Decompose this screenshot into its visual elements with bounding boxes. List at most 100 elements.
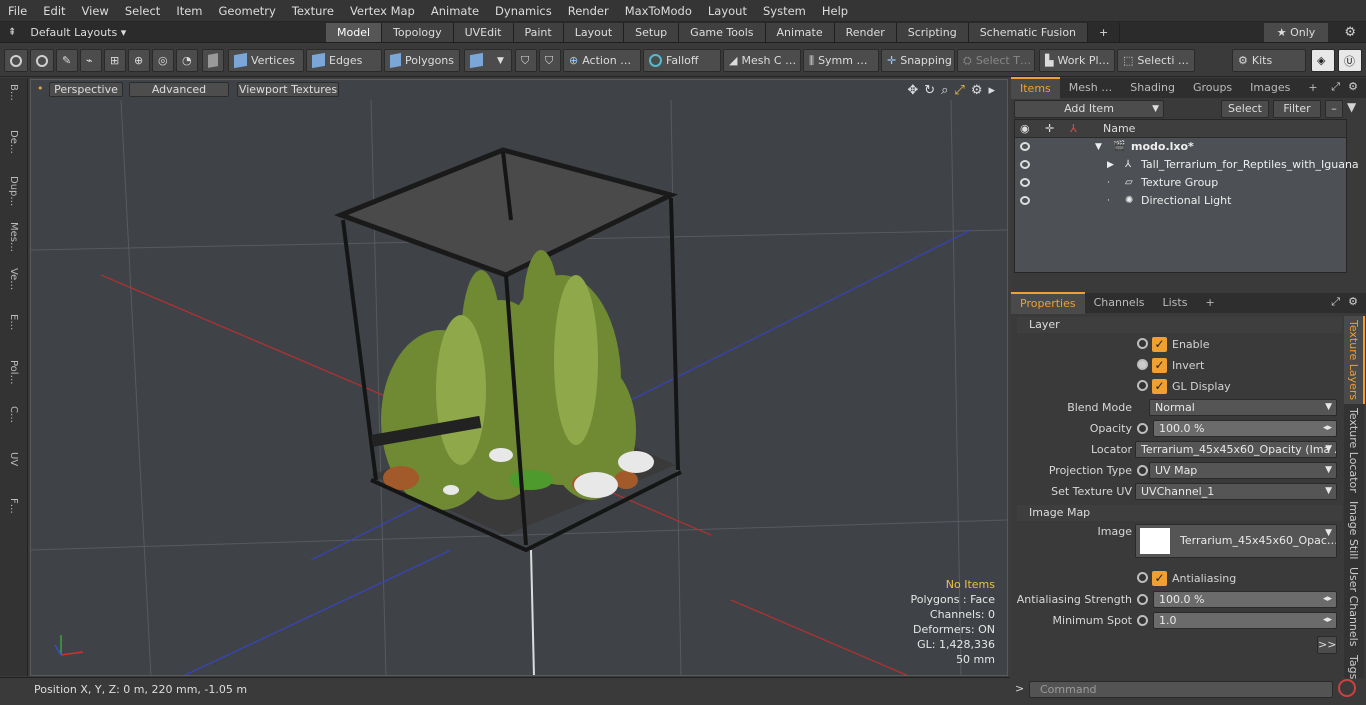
antialiasing-checkbox[interactable]: ✓ — [1152, 571, 1167, 586]
menu-render[interactable]: Render — [560, 0, 617, 22]
menu-help[interactable]: Help — [814, 0, 856, 22]
zoom-icon[interactable]: ⌕ — [941, 83, 948, 98]
layer-section-header[interactable]: Layer — [1017, 317, 1342, 333]
polygons-button[interactable]: Polygons — [384, 49, 460, 72]
invert-radio[interactable] — [1137, 359, 1148, 370]
collapse-button[interactable]: – — [1325, 100, 1343, 118]
left-palette-tab[interactable]: UV — [8, 452, 19, 492]
left-palette-tab[interactable]: C… — [8, 406, 19, 446]
work-plane-button[interactable]: ▙ Work Pl… — [1039, 49, 1115, 72]
3d-viewport[interactable]: • Perspective Advanced Viewport Textures… — [30, 79, 1008, 676]
chevron-icon[interactable]: ▼ — [1095, 138, 1102, 156]
tab-scripting[interactable]: Scripting — [896, 23, 969, 42]
side-tab-texture-layers[interactable]: Texture Layers — [1344, 316, 1365, 405]
tree-row[interactable]: ▼ 🎬 modo.lxo* — [1015, 138, 1346, 156]
items-tab-mesh[interactable]: Mesh … — [1060, 78, 1121, 98]
aa-strength-radio[interactable] — [1137, 594, 1148, 605]
mesh-constraint-button[interactable]: ◢ Mesh C … — [723, 49, 801, 72]
eye-icon[interactable] — [1020, 196, 1030, 205]
tab-render[interactable]: Render — [834, 23, 897, 42]
min-spot-radio[interactable] — [1137, 615, 1148, 626]
menu-maxtomodo[interactable]: MaxToModo — [617, 0, 700, 22]
left-palette-tab[interactable]: Ve… — [8, 268, 19, 308]
image-select[interactable]: Terrarium_45x45x60_Opac… ▼ — [1135, 524, 1337, 558]
action-center-button[interactable]: ⊕ Action … — [563, 49, 641, 72]
orbit-icon[interactable]: ↻ — [924, 83, 935, 98]
chevron-icon[interactable]: · — [1107, 174, 1110, 192]
items-tab-images[interactable]: Images — [1241, 78, 1299, 98]
left-palette-tab[interactable]: E… — [8, 314, 19, 354]
properties-tab-properties[interactable]: Properties — [1011, 292, 1085, 314]
symmetry-button[interactable]: ⫼ Symm … — [803, 49, 879, 72]
tab-paint[interactable]: Paint — [513, 23, 564, 42]
perspective-button[interactable]: Perspective — [49, 82, 123, 97]
snapping-button[interactable]: ✛ Snapping — [881, 49, 955, 72]
funnel-icon[interactable]: ▼ — [1347, 100, 1356, 114]
symmetry-shield-button[interactable]: ⛉ — [515, 49, 537, 72]
menu-vertex-map[interactable]: Vertex Map — [342, 0, 423, 22]
expand-more-button[interactable]: >> — [1317, 636, 1337, 654]
opacity-field[interactable]: 100.0 % ◂▸ — [1153, 420, 1337, 437]
left-palette-tab[interactable]: B… — [8, 84, 19, 124]
gl-display-checkbox[interactable]: ✓ — [1152, 379, 1167, 394]
side-tab-user-channels[interactable]: User Channels — [1344, 563, 1363, 650]
center-tool-button[interactable]: ◎ — [152, 49, 174, 72]
items-add-tab-button[interactable]: + — [1299, 78, 1326, 98]
rotate-tool-button[interactable]: ◔ — [176, 49, 198, 72]
gear-icon[interactable]: ⚙ — [1344, 25, 1356, 40]
pen-tool-button[interactable]: ✎ — [56, 49, 78, 72]
chevron-icon[interactable]: ▶ — [1107, 156, 1114, 174]
properties-maximize-icon[interactable]: ⤢ — [1331, 295, 1340, 309]
properties-tab-channels[interactable]: Channels — [1085, 293, 1154, 313]
item-mode-button[interactable] — [202, 49, 224, 72]
blend-mode-select[interactable]: Normal ▼ — [1149, 399, 1337, 416]
tab-model[interactable]: Model — [326, 23, 383, 42]
menu-layout[interactable]: Layout — [700, 0, 755, 22]
side-tab-texture-locator[interactable]: Texture Locator — [1344, 404, 1363, 497]
projection-type-select[interactable]: UV Map ▼ — [1149, 462, 1337, 479]
chevron-icon[interactable]: · — [1107, 192, 1110, 210]
symmetry-shield2-button[interactable]: ⛉ — [539, 49, 561, 72]
enable-checkbox[interactable]: ✓ — [1152, 337, 1167, 352]
eye-icon[interactable] — [1020, 178, 1030, 187]
edges-button[interactable]: Edges — [306, 49, 382, 72]
record-icon[interactable] — [1338, 679, 1356, 697]
gear-icon[interactable]: ⚙ — [1348, 295, 1358, 308]
snap-tool-button[interactable]: ⊞ — [104, 49, 126, 72]
menu-view[interactable]: View — [74, 0, 117, 22]
brush-tool-button[interactable]: ⌁ — [80, 49, 102, 72]
tree-row[interactable]: ▶ ⅄ Tall_Terrarium_for_Reptiles_with_Iguan… — [1015, 156, 1359, 174]
tab-setup[interactable]: Setup — [624, 23, 680, 42]
tree-row[interactable]: · ✺ Directional Light — [1015, 192, 1346, 210]
unity-button[interactable]: ◈ — [1311, 49, 1335, 72]
transform-tool-button[interactable]: ⊕ — [128, 49, 150, 72]
side-tab-image-still[interactable]: Image Still — [1344, 497, 1363, 563]
add-tab-button[interactable]: + — [1088, 23, 1121, 42]
play-icon[interactable]: ▸ — [988, 83, 995, 98]
properties-add-tab-button[interactable]: + — [1196, 293, 1223, 313]
tab-topology[interactable]: Topology — [382, 23, 454, 42]
material-mode-button[interactable]: ▼ — [464, 49, 512, 72]
left-palette-tab[interactable]: Pol… — [8, 360, 19, 400]
tab-animate[interactable]: Animate — [765, 23, 835, 42]
unreal-button[interactable]: Ⓤ — [1338, 49, 1362, 72]
left-palette-tab[interactable]: F… — [8, 498, 19, 538]
left-palette-tab[interactable]: Mes… — [8, 222, 19, 262]
select-button[interactable]: Select — [1221, 100, 1269, 118]
selection-sets-button[interactable]: ⬚ Selecti … — [1117, 49, 1195, 72]
falloff-button[interactable]: Falloff — [643, 49, 721, 72]
minimum-spot-field[interactable]: 1.0 ◂▸ — [1153, 612, 1337, 629]
only-button[interactable]: ★ Only — [1264, 23, 1328, 42]
add-item-button[interactable]: Add Item ▼ — [1014, 100, 1164, 118]
gear-icon[interactable]: ⚙ — [971, 83, 983, 98]
select-mode-globe-button[interactable] — [30, 49, 54, 72]
menu-geometry[interactable]: Geometry — [211, 0, 284, 22]
opacity-anim-radio[interactable] — [1137, 423, 1148, 434]
tree-row[interactable]: · ▱ Texture Group — [1015, 174, 1346, 192]
viewport-textures-button[interactable]: Viewport Textures — [237, 82, 339, 97]
properties-tab-lists[interactable]: Lists — [1154, 293, 1197, 313]
set-texture-uv-select[interactable]: UVChannel_1 ▼ — [1135, 483, 1337, 500]
menu-system[interactable]: System — [755, 0, 814, 22]
items-maximize-icon[interactable]: ⤢ — [1331, 80, 1340, 94]
items-tab-shading[interactable]: Shading — [1121, 78, 1184, 98]
